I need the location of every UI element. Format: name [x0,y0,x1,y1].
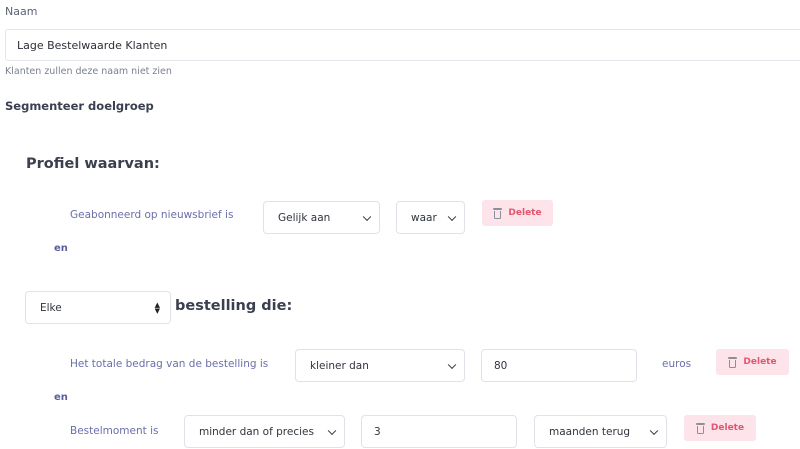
operator-select-value: Gelijk aan [278,211,331,224]
operator-select-total[interactable]: kleiner dan [295,349,465,382]
months-input[interactable]: 3 [361,415,517,448]
period-unit-select[interactable]: maanden terug [534,415,667,448]
delete-button-total[interactable]: Delete [716,349,789,375]
operator-select-ordermoment[interactable]: minder dan of precies [184,415,345,448]
operator-select-newsletter[interactable]: Gelijk aan [263,201,380,234]
operator-select-value: kleiner dan [310,359,369,372]
chevron-down-icon [447,360,457,369]
chevron-down-icon [362,212,372,221]
conjunction-en: en [54,392,68,403]
amount-input[interactable]: 80 [481,349,637,382]
name-helper-text: Klanten zullen deze naam niet zien [5,66,172,77]
value-select-newsletter[interactable]: waar [396,201,465,234]
delete-button-newsletter[interactable]: Delete [482,200,553,226]
value-select-value: waar [411,211,437,224]
condition-label-newsletter: Geabonneerd op nieuwsbrief is [70,209,234,221]
updown-chevron-icon: ▲ ▼ [154,300,160,315]
profile-title: Profiel waarvan: [26,156,160,172]
order-scope-value: Elke [40,301,62,314]
unit-label: euros [662,358,692,370]
delete-button-label: Delete [710,423,745,433]
period-unit-value: maanden terug [549,425,631,438]
trash-icon [695,422,705,434]
months-input-value: 3 [374,425,381,438]
name-input-value: Lage Bestelwaarde Klanten [17,38,168,52]
order-scope-suffix: bestelling die: [175,298,293,314]
segment-title: Segmenteer doelgroep [5,99,154,113]
trash-icon [728,356,738,368]
conjunction-en: en [54,243,68,254]
condition-label-total: Het totale bedrag van de bestelling is [70,358,269,370]
name-input[interactable]: Lage Bestelwaarde Klanten [5,29,800,61]
condition-label-ordermoment: Bestelmoment is [70,425,159,437]
chevron-down-icon [447,212,457,221]
name-label: Naam [5,5,38,18]
delete-button-label: Delete [508,208,542,218]
operator-select-value: minder dan of precies [199,425,314,438]
order-scope-select[interactable]: Elke ▲ ▼ [25,291,171,324]
delete-button-ordermoment[interactable]: Delete [684,415,756,441]
chevron-down-icon [327,426,337,435]
delete-button-label: Delete [743,357,777,367]
trash-icon [493,207,503,219]
chevron-down-icon [649,426,659,435]
amount-input-value: 80 [494,359,508,372]
